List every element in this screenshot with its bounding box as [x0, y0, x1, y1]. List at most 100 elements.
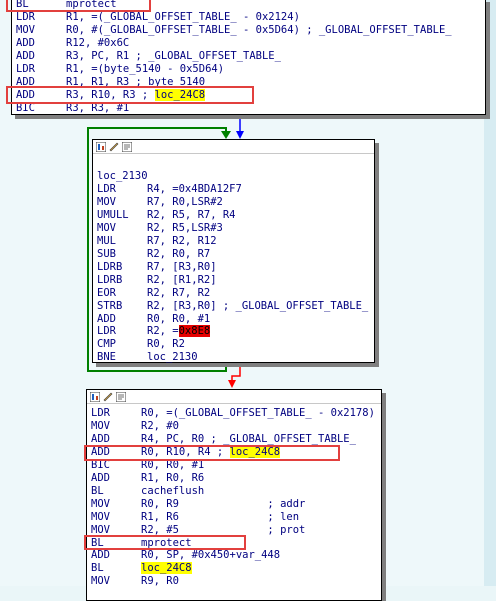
instruction-line[interactable]: LDR R1, =(_GLOBAL_OFFSET_TABLE_ - 0x2124)	[12, 11, 485, 24]
mnemonic: MOV	[91, 510, 110, 523]
instruction-line[interactable]: BNE loc_2130	[93, 351, 374, 364]
instruction-line[interactable]: BL loc_24C8	[87, 562, 381, 575]
instruction-line[interactable]: ADD R1, R1, R3 ; byte_5140	[12, 76, 485, 89]
instruction-line[interactable]: MOV R0, R9 ; addr	[87, 498, 381, 511]
operand-text: mprotect	[141, 536, 192, 549]
highlighted-label-ref[interactable]: loc_24C8	[141, 562, 192, 575]
mnemonic: BNE	[97, 351, 116, 364]
instruction-line[interactable]: LDR R2, =0x8E8	[93, 325, 374, 338]
instruction-line[interactable]: BL cacheflush	[87, 485, 381, 498]
highlighted-label-ref[interactable]: loc_24C8	[154, 88, 206, 101]
instruction-line[interactable]: LDRB R7, [R3,R0]	[93, 261, 374, 274]
instruction-line[interactable]: MOV R1, R6 ; len	[87, 511, 381, 524]
instruction-line[interactable]: ADD R3, PC, R1 ; _GLOBAL_OFFSET_TABLE_	[12, 50, 485, 63]
graph-rename-icon[interactable]	[103, 392, 114, 402]
instruction-line[interactable]: BIC R0, R0, #1	[87, 459, 381, 472]
mnemonic: MOV	[16, 23, 35, 36]
operand-text: mprotect	[66, 0, 117, 10]
instruction-line[interactable]: LDR R0, =(_GLOBAL_OFFSET_TABLE_ - 0x2178)	[87, 407, 381, 420]
graph-view-icon[interactable]	[96, 141, 107, 152]
operands: R4, PC, R0 ; _GLOBAL_OFFSET_TABLE_	[141, 433, 356, 446]
operands: R2, [R3,R0] ; _GLOBAL_OFFSET_TABLE_	[147, 300, 368, 313]
instruction-line[interactable]: BIC R3, R3, #1	[12, 102, 485, 115]
operand-text: R7, R0,LSR#2	[147, 195, 223, 208]
instruction-line[interactable]: STRB R2, [R3,R0] ; _GLOBAL_OFFSET_TABLE_	[93, 300, 374, 313]
operand-text: R0, SP, #0x450+var_448	[141, 549, 281, 562]
code-block-bottom[interactable]: LDR R0, =(_GLOBAL_OFFSET_TABLE_ - 0x2178)…	[86, 389, 382, 601]
operands: R2, #5 ; prot	[141, 524, 305, 537]
instruction-line[interactable]: BL mprotect	[12, 0, 485, 11]
operands: R2, =0x8E8	[147, 325, 211, 338]
mnemonic: ADD	[91, 549, 110, 562]
mnemonic: BIC	[91, 458, 110, 471]
graph-view-icon[interactable]	[90, 391, 101, 402]
operand-text: R0, R0, #1	[147, 312, 211, 325]
instruction-line[interactable]: UMULL R2, R5, R7, R4	[93, 209, 374, 222]
instruction-line[interactable]: MUL R7, R2, R12	[93, 235, 374, 248]
edge-exit	[231, 362, 241, 383]
operand-text: R12, #0x6C	[66, 36, 130, 49]
operands: cacheflush	[141, 485, 204, 498]
edge-exit-arrow	[228, 380, 236, 388]
instruction-line[interactable]: LDR R4, =0x4BDA12F7	[93, 183, 374, 196]
instruction-line[interactable]: MOV R0, #(_GLOBAL_OFFSET_TABLE_ - 0x5D64)…	[12, 24, 485, 37]
instruction-line[interactable]: LDRB R2, [R1,R2]	[93, 274, 374, 287]
mnemonic: ADD	[91, 432, 110, 445]
instruction-line[interactable]: ADD R1, R0, R6	[87, 472, 381, 485]
instruction-line[interactable]: ADD R4, PC, R0 ; _GLOBAL_OFFSET_TABLE_	[87, 433, 381, 446]
graph-rename-icon[interactable]	[109, 142, 120, 152]
operand-text: R7, R2, R12	[147, 234, 217, 247]
instruction-line[interactable]: MOV R2, R5,LSR#3	[93, 222, 374, 235]
instruction-line[interactable]: MOV R2, #5 ; prot	[87, 524, 381, 537]
operands: R7, R0,LSR#2	[147, 196, 223, 209]
mnemonic: MOV	[91, 523, 110, 536]
operands: R1, R0, R6	[141, 472, 204, 485]
instruction-line[interactable]: SUB R2, R0, R7	[93, 248, 374, 261]
instruction-line[interactable]: ADD R12, #0x6C	[12, 37, 485, 50]
operand-text: loc_2130	[147, 351, 198, 364]
instruction-line[interactable]: CMP R0, R2	[93, 338, 374, 351]
instruction-line[interactable]: LDR R1, =(byte_5140 - 0x5D64)	[12, 63, 485, 76]
instruction-line[interactable]: ADD R0, R0, #1	[93, 313, 374, 326]
instruction-line[interactable]: EOR R2, R7, R2	[93, 287, 374, 300]
instruction-line[interactable]: MOV R9, R0	[87, 575, 381, 588]
operand-text: R0, R2	[147, 338, 185, 351]
code-block-loop[interactable]: loc_2130 LDR R4, =0x4BDA12F7 MOV R7, R0,LSR#…	[92, 139, 375, 363]
instruction-line[interactable]: MOV R2, #0	[87, 420, 381, 433]
operand-text: R0, R9 ; addr	[141, 497, 306, 510]
mnemonic: ADD	[97, 312, 116, 325]
mnemonic: LDR	[16, 10, 35, 23]
operand-text: R2, [R1,R2]	[147, 273, 217, 286]
mnemonic: ADD	[16, 49, 35, 62]
operands: R1, =(_GLOBAL_OFFSET_TABLE_ - 0x2124)	[66, 11, 300, 24]
mnemonic: ADD	[16, 75, 35, 88]
operand-text: R0, R0, #1	[141, 458, 205, 471]
instruction-line[interactable]: ADD R0, R10, R4 ; loc_24C8	[87, 445, 381, 459]
instruction-line[interactable]: ADD R0, SP, #0x450+var_448	[87, 549, 381, 562]
operand-text: R2, #0	[141, 419, 179, 432]
mnemonic: MOV	[97, 195, 116, 208]
instruction-line[interactable]: BL mprotect	[87, 537, 381, 550]
operand-text: R1, R6 ; len	[141, 510, 300, 523]
operands: loc_24C8	[141, 562, 192, 575]
highlighted-label-ref[interactable]: loc_24C8	[229, 445, 281, 458]
mnemonic: MOV	[91, 575, 110, 588]
operand-text: R2, =	[147, 325, 179, 338]
operands: R3, R3, #1	[66, 102, 129, 115]
highlighted-constant[interactable]: 0x8E8	[178, 325, 211, 338]
mnemonic: ADD	[16, 36, 35, 49]
operand-text: R2, R5, R7, R4	[147, 208, 236, 221]
operand-text: R1, R0, R6	[141, 471, 205, 484]
operands: R0, R9 ; addr	[141, 498, 305, 511]
operand-text: R2, R7, R2	[147, 286, 211, 299]
code-block-top[interactable]: BL mprotect LDR R1, =(_GLOBAL_OFFSET_TABLE_…	[11, 0, 486, 115]
operands: R0, R2	[147, 338, 185, 351]
graph-text-view-icon[interactable]	[122, 141, 133, 152]
instruction-line[interactable]: MOV R7, R0,LSR#2	[93, 196, 374, 209]
operands: R2, R7, R2	[147, 287, 210, 300]
mnemonic: BL	[91, 536, 104, 549]
operands: loc_2130	[147, 351, 198, 364]
graph-text-view-icon[interactable]	[116, 391, 127, 402]
mnemonic: MUL	[97, 234, 116, 247]
instruction-line[interactable]: ADD R3, R10, R3 ; loc_24C8	[12, 88, 485, 102]
